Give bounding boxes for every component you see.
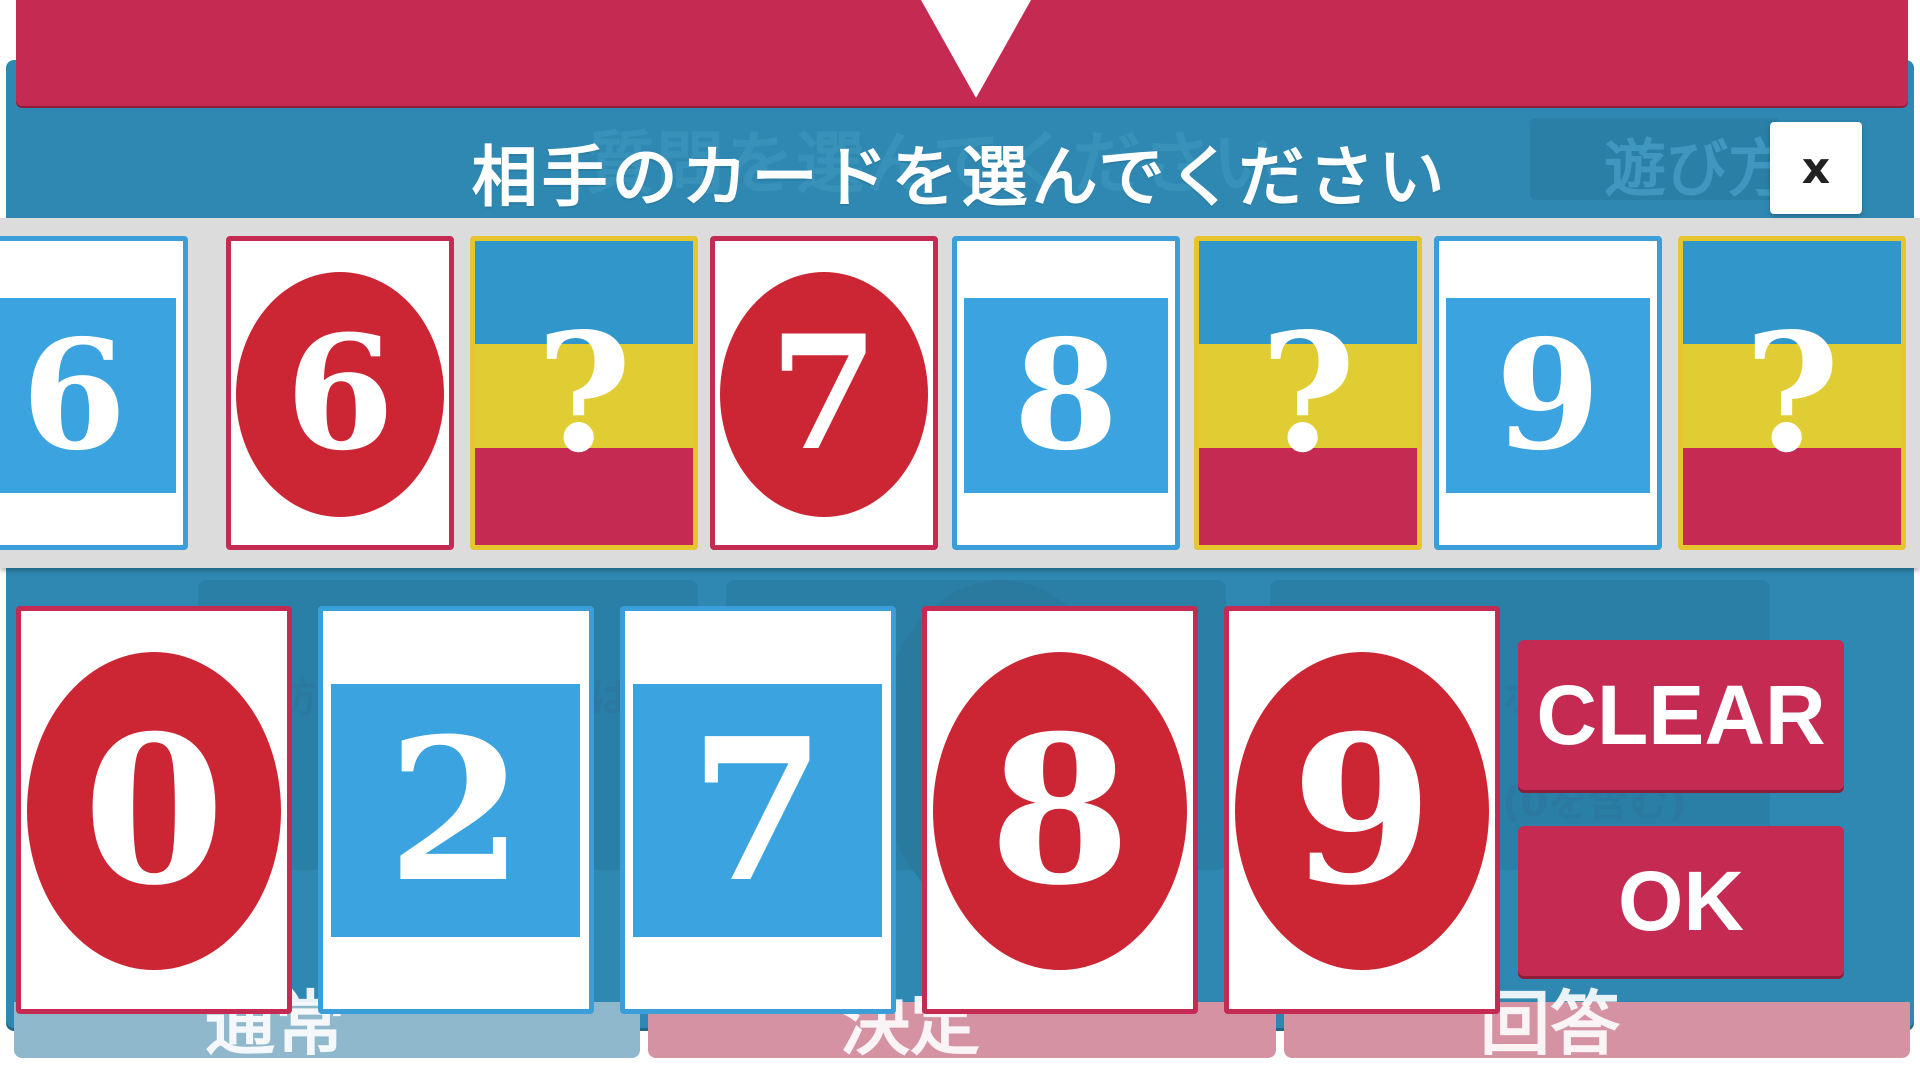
card-value: 9 [1495, 306, 1601, 484]
my-card[interactable]: 9 [1224, 606, 1500, 1014]
my-card[interactable]: 8 [922, 606, 1198, 1014]
my-card[interactable]: 7 [620, 606, 896, 1014]
card-value: ? [536, 297, 632, 489]
card-value: 9 [1291, 691, 1433, 931]
opponent-card[interactable]: 9 [1434, 236, 1662, 550]
card-face-rect: 7 [633, 684, 882, 937]
close-button[interactable]: x [1770, 122, 1862, 214]
card-value: 7 [769, 302, 879, 486]
card-face-circle: 7 [720, 272, 928, 517]
opponent-card[interactable]: 8 [952, 236, 1180, 550]
opponent-card[interactable]: ? [1678, 236, 1906, 550]
down-arrow-icon [921, 0, 1031, 98]
card-value: 6 [285, 302, 395, 486]
card-value: 6 [21, 306, 127, 484]
close-icon: x [1801, 142, 1831, 194]
card-face-circle: 0 [27, 652, 281, 970]
opponent-card[interactable]: 6 [0, 236, 188, 550]
instruction-title: 相手のカードを選んでください [471, 139, 1449, 216]
card-face-circle: 9 [1235, 652, 1489, 970]
card-face-rect: 6 [0, 298, 176, 493]
card-value: 8 [989, 691, 1131, 931]
card-value: 0 [83, 691, 225, 931]
my-card[interactable]: 2 [318, 606, 594, 1014]
opponent-card-row: 6 6? 7 8? 9? [0, 218, 1920, 568]
card-value: 8 [1013, 306, 1119, 484]
clear-button-label: CLEAR [1536, 667, 1826, 762]
my-card[interactable]: 0 [16, 606, 292, 1014]
ok-button-label: OK [1618, 853, 1744, 948]
opponent-card[interactable]: 6 [226, 236, 454, 550]
footer-label-right: 回答 [1480, 983, 1620, 1065]
card-face-rect: 2 [331, 684, 580, 937]
opponent-card[interactable]: ? [470, 236, 698, 550]
card-face-rect: 8 [964, 298, 1168, 493]
card-face-circle: 6 [236, 272, 444, 517]
clear-button[interactable]: CLEAR [1518, 640, 1844, 790]
opponent-card[interactable]: ? [1194, 236, 1422, 550]
card-face-rect: 9 [1446, 298, 1650, 493]
card-value: 2 [387, 695, 524, 926]
opponent-card[interactable]: 7 [710, 236, 938, 550]
card-value: 7 [689, 695, 826, 926]
card-face-circle: 8 [933, 652, 1187, 970]
ok-button[interactable]: OK [1518, 826, 1844, 976]
card-value: ? [1744, 297, 1840, 489]
card-value: ? [1260, 297, 1356, 489]
top-banner [16, 0, 1908, 106]
